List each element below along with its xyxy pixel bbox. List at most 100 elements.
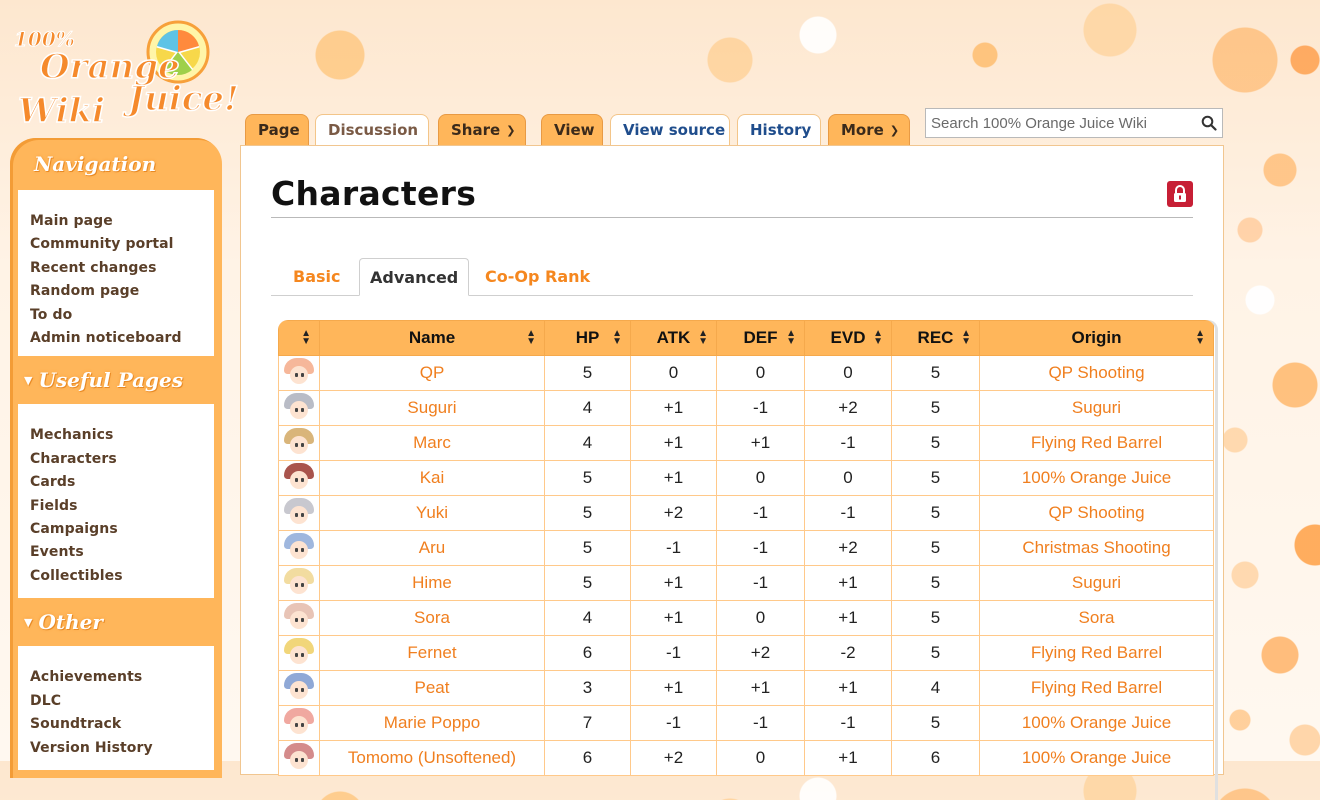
character-name-link[interactable]: Peat (319, 670, 545, 706)
sidebar-item-mechanics[interactable]: Mechanics (30, 424, 202, 447)
sidebar-item-recent-changes[interactable]: Recent changes (30, 257, 202, 280)
hp-cell: 5 (544, 355, 631, 391)
rec-cell: 5 (891, 460, 980, 496)
useful-pages-heading[interactable]: ▼ Useful Pages (10, 356, 222, 404)
column-header-icon[interactable]: ▲ ▼ (278, 320, 320, 356)
sidebar-item-achievements[interactable]: Achievements (30, 666, 202, 689)
origin-link[interactable]: 100% Orange Juice (979, 460, 1214, 496)
other-heading[interactable]: ▼ Other (10, 598, 222, 646)
subtab-advanced[interactable]: Advanced (359, 258, 470, 296)
search-input[interactable] (926, 110, 1196, 136)
sort-icon: ▲ ▼ (612, 328, 622, 347)
page-title: Characters (271, 174, 477, 213)
search-icon[interactable] (1196, 109, 1222, 137)
character-name-link[interactable]: Tomomo (Unsoftened) (319, 740, 545, 776)
sidebar-item-to-do[interactable]: To do (30, 304, 202, 327)
tab-view[interactable]: View (541, 114, 603, 145)
sidebar-item-campaigns[interactable]: Campaigns (30, 518, 202, 541)
hp-cell: 4 (544, 390, 631, 426)
origin-link[interactable]: Sora (979, 600, 1214, 636)
evd-cell: -1 (804, 495, 892, 531)
column-header-rec[interactable]: REC ▲ ▼ (891, 320, 980, 356)
table-row: Marc 4 +1 +1 -1 5 Flying Red Barrel (278, 425, 1214, 461)
sidebar-item-main-page[interactable]: Main page (30, 210, 202, 233)
character-name-link[interactable]: Marie Poppo (319, 705, 545, 741)
useful-pages-heading-label: Useful Pages (38, 368, 184, 393)
wiki-logo[interactable]: 100% Orange Wiki Juice! (10, 4, 245, 132)
sort-icon: ▲ ▼ (301, 328, 311, 347)
origin-link[interactable]: Suguri (979, 390, 1214, 426)
origin-link[interactable]: Suguri (979, 565, 1214, 601)
origin-link[interactable]: Flying Red Barrel (979, 670, 1214, 706)
sidebar-item-admin-noticeboard[interactable]: Admin noticeboard (30, 327, 202, 350)
column-header-evd[interactable]: EVD ▲ ▼ (804, 320, 892, 356)
origin-link[interactable]: Flying Red Barrel (979, 425, 1214, 461)
character-name-link[interactable]: Aru (319, 530, 545, 566)
column-header-origin[interactable]: Origin ▲ ▼ (979, 320, 1214, 356)
character-portrait-icon[interactable] (284, 463, 314, 493)
character-portrait-icon[interactable] (284, 428, 314, 458)
character-name-link[interactable]: Marc (319, 425, 545, 461)
sidebar-item-dlc[interactable]: DLC (30, 690, 202, 713)
useful-pages-list: Mechanics Characters Cards Fields Campai… (18, 404, 214, 599)
sidebar-item-soundtrack[interactable]: Soundtrack (30, 713, 202, 736)
hp-cell: 6 (544, 740, 631, 776)
column-header-label: Origin (1071, 328, 1122, 347)
column-header-hp[interactable]: HP ▲ ▼ (544, 320, 631, 356)
tab-history[interactable]: History (737, 114, 821, 145)
character-portrait-icon[interactable] (284, 393, 314, 423)
evd-cell: -2 (804, 635, 892, 671)
origin-link[interactable]: QP Shooting (979, 355, 1214, 391)
evd-cell: +1 (804, 565, 892, 601)
table-row: Peat 3 +1 +1 +1 4 Flying Red Barrel (278, 670, 1214, 706)
character-portrait-icon[interactable] (284, 743, 314, 773)
character-portrait-icon[interactable] (284, 498, 314, 528)
origin-link[interactable]: 100% Orange Juice (979, 705, 1214, 741)
origin-link[interactable]: Christmas Shooting (979, 530, 1214, 566)
character-name-link[interactable]: Yuki (319, 495, 545, 531)
character-name-link[interactable]: Hime (319, 565, 545, 601)
column-header-def[interactable]: DEF ▲ ▼ (716, 320, 805, 356)
origin-link[interactable]: QP Shooting (979, 495, 1214, 531)
sidebar-item-community-portal[interactable]: Community portal (30, 233, 202, 256)
sidebar-item-events[interactable]: Events (30, 541, 202, 564)
character-portrait-icon[interactable] (284, 638, 314, 668)
character-name-link[interactable]: Suguri (319, 390, 545, 426)
hp-cell: 6 (544, 635, 631, 671)
column-header-label: EVD (830, 328, 866, 347)
sidebar-item-fields[interactable]: Fields (30, 495, 202, 518)
character-name-link[interactable]: Fernet (319, 635, 545, 671)
character-portrait-icon[interactable] (284, 533, 314, 563)
lock-icon[interactable] (1167, 181, 1193, 207)
character-name-link[interactable]: QP (319, 355, 545, 391)
character-portrait-icon[interactable] (284, 673, 314, 703)
character-name-link[interactable]: Sora (319, 600, 545, 636)
character-portrait-icon[interactable] (284, 568, 314, 598)
origin-link[interactable]: 100% Orange Juice (979, 740, 1214, 776)
tab-share[interactable]: Share ❯ (438, 114, 526, 145)
subtab-co-op-rank[interactable]: Co-Op Rank (475, 258, 600, 294)
sidebar-item-version-history[interactable]: Version History (30, 737, 202, 760)
column-header-atk[interactable]: ATK ▲ ▼ (630, 320, 717, 356)
sidebar-item-random-page[interactable]: Random page (30, 280, 202, 303)
character-name-link[interactable]: Kai (319, 460, 545, 496)
other-list: Achievements DLC Soundtrack Version Hist… (18, 646, 214, 770)
subtab-basic[interactable]: Basic (283, 258, 350, 294)
tab-view-source[interactable]: View source (610, 114, 730, 145)
hp-cell: 5 (544, 495, 631, 531)
atk-cell: +1 (630, 425, 717, 461)
tab-view-label: View (554, 121, 595, 139)
column-header-name[interactable]: Name ▲ ▼ (319, 320, 545, 356)
sidebar-item-cards[interactable]: Cards (30, 471, 202, 494)
character-portrait-icon[interactable] (284, 708, 314, 738)
sidebar-item-characters[interactable]: Characters (30, 448, 202, 471)
sidebar-item-collectibles[interactable]: Collectibles (30, 565, 202, 588)
tab-page[interactable]: Page (245, 114, 309, 145)
origin-link[interactable]: Flying Red Barrel (979, 635, 1214, 671)
hp-cell: 5 (544, 565, 631, 601)
tab-discussion[interactable]: Discussion (315, 114, 429, 145)
character-portrait-icon[interactable] (284, 603, 314, 633)
character-portrait-icon[interactable] (284, 358, 314, 388)
atk-cell: +1 (630, 670, 717, 706)
tab-more[interactable]: More ❯ (828, 114, 910, 145)
